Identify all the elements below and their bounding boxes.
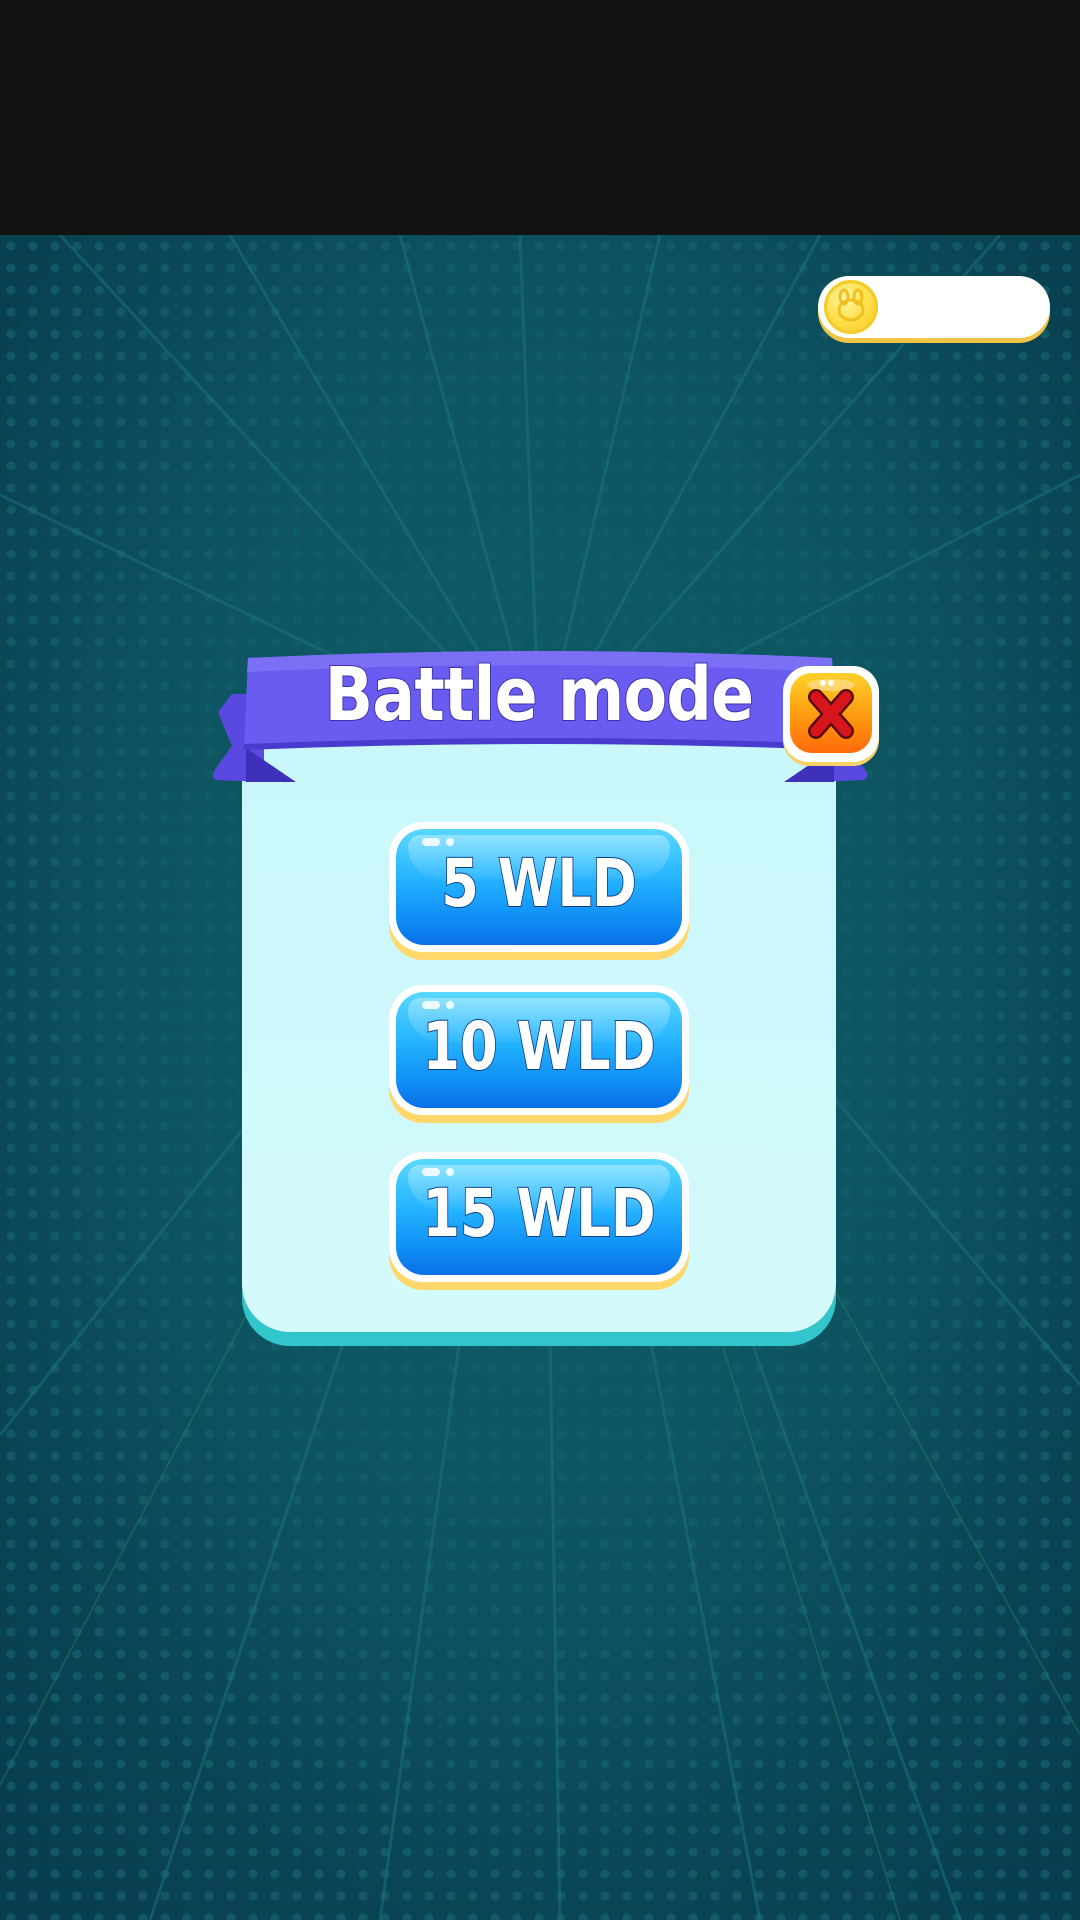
dialog-title: Battle mode <box>324 651 755 739</box>
option-label: 5 WLD <box>440 844 637 923</box>
coin-balance[interactable] <box>818 276 1050 338</box>
option-10-wld-button[interactable]: 10 WLD <box>389 985 689 1115</box>
close-button[interactable] <box>783 666 879 762</box>
status-bar <box>0 0 1080 235</box>
option-5-wld-button[interactable]: 5 WLD <box>389 822 689 952</box>
option-label: 15 WLD <box>422 1174 657 1253</box>
option-label: 10 WLD <box>422 1007 657 1086</box>
coin-icon <box>824 280 878 334</box>
game-screen: Battle mode 5 WLD 10 WLD 15 WLD <box>0 0 1080 1920</box>
close-icon <box>790 673 872 753</box>
option-15-wld-button[interactable]: 15 WLD <box>389 1152 689 1282</box>
